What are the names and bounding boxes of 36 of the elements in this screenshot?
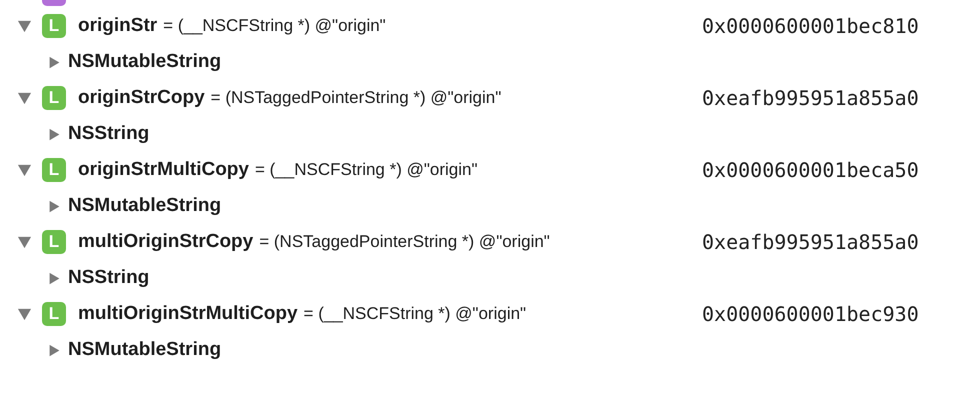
variable-address: 0x0000600001beca50: [702, 158, 920, 182]
type-name: NSString: [68, 267, 150, 289]
local-variable-badge: L: [42, 302, 66, 326]
variable-address: 0xeafb995951a855a0: [702, 86, 920, 110]
expand-triangle-icon[interactable]: [48, 344, 61, 356]
expand-triangle-icon[interactable]: [48, 56, 61, 68]
variable-summary: = (__NSCFString *) @"origin": [304, 304, 526, 324]
local-variable-badge: L: [42, 14, 66, 38]
type-name: NSMutableString: [68, 339, 222, 361]
variable-address: 0x0000600001bec930: [702, 302, 920, 326]
local-variable-badge: L: [42, 86, 66, 110]
variable-icon: [42, 0, 66, 6]
collapse-triangle-icon[interactable]: [17, 18, 32, 34]
type-name: NSMutableString: [68, 51, 222, 73]
variable-name: multiOriginStrCopy: [78, 231, 254, 253]
variable-address: 0x0000600001bec810: [702, 14, 920, 38]
collapse-triangle-icon[interactable]: [17, 162, 32, 178]
type-name: NSMutableString: [68, 195, 222, 217]
expand-triangle-icon[interactable]: [48, 200, 61, 212]
expand-triangle-icon[interactable]: [48, 128, 61, 140]
variable-summary: = (__NSCFString *) @"origin": [254, 160, 478, 180]
collapse-triangle-icon[interactable]: [17, 90, 32, 106]
type-name: NSString: [68, 123, 150, 145]
variable-name: originStrMultiCopy: [78, 159, 249, 181]
variable-address: 0xeafb995951a855a0: [702, 230, 920, 254]
collapse-triangle-icon[interactable]: [17, 306, 32, 322]
local-variable-badge: L: [42, 158, 66, 182]
variable-name: multiOriginStrMultiCopy: [78, 303, 298, 325]
collapse-triangle-icon[interactable]: [17, 234, 32, 250]
variable-name: originStr: [78, 15, 158, 37]
variable-summary: = (NSTaggedPointerString *) @"origin": [259, 232, 550, 252]
variable-summary: = (NSTaggedPointerString *) @"origin": [210, 88, 502, 108]
local-variable-badge: L: [42, 230, 66, 254]
expand-triangle-icon[interactable]: [48, 272, 61, 284]
variable-summary: = (__NSCFString *) @"origin": [163, 16, 386, 36]
variable-name: originStrCopy: [78, 87, 205, 109]
